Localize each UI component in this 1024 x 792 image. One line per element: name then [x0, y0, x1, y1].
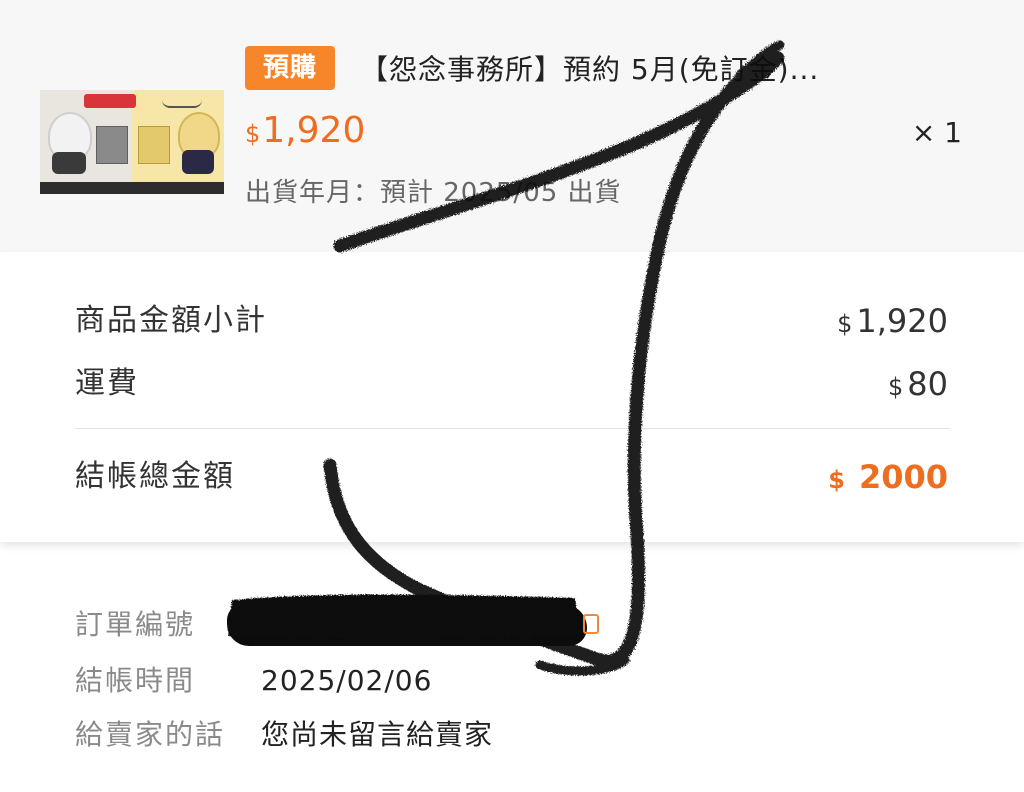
ship-date: 出貨年月：預計 2025/05 出貨: [245, 178, 622, 208]
price-currency: $: [245, 120, 261, 148]
shipping-row: 運費 $80: [75, 361, 950, 407]
total-amount: 2000: [858, 458, 948, 496]
checkout-time-row: 結帳時間 2025/02/06: [75, 658, 975, 704]
order-number-redaction: [227, 604, 587, 646]
order-detail-page: 預購 【怨念事務所】預約 5月(免訂金)... $1,920 × 1 出貨年月：…: [0, 0, 1024, 792]
order-info: 訂單編號 結帳時間 2025/02/06 給賣家的話 您尚未留言給賣家: [0, 555, 1024, 792]
price-amount: 1,920: [262, 110, 366, 151]
subtotal-row: 商品金額小計 $1,920: [75, 298, 950, 344]
seller-message-row: 給賣家的話 您尚未留言給賣家: [75, 712, 975, 758]
total-row: 結帳總金額 $2000: [75, 454, 950, 500]
seller-message-value: 您尚未留言給賣家: [261, 718, 494, 751]
total-currency: $: [828, 466, 845, 494]
total-label: 結帳總金額: [75, 459, 235, 494]
copy-icon[interactable]: [583, 614, 599, 634]
shipping-value: $80: [888, 361, 948, 410]
product-price: $1,920: [245, 108, 365, 154]
bonus-card-silver: [96, 126, 128, 164]
seller-message-label: 給賣家的話: [75, 718, 226, 751]
preorder-badge: 預購: [245, 46, 335, 90]
thumbnail-caption-banner: [40, 182, 224, 194]
shipping-label: 運費: [75, 366, 139, 401]
checkout-time-label: 結帳時間: [75, 664, 196, 697]
order-number-label: 訂單編號: [75, 608, 196, 641]
shipping-currency: $: [888, 373, 904, 401]
figure-body-left: [52, 152, 86, 174]
product-thumbnail[interactable]: [40, 90, 224, 194]
checkout-time-value: 2025/02/06: [261, 664, 433, 697]
subtotal-value: $1,920: [837, 298, 948, 347]
product-card[interactable]: 預購 【怨念事務所】預約 5月(免訂金)... $1,920 × 1 出貨年月：…: [0, 0, 1024, 252]
payment-summary: 商品金額小計 $1,920 運費 $80 結帳總金額 $2000: [0, 252, 1024, 542]
figure-body-right: [182, 150, 214, 174]
subtotal-currency: $: [837, 310, 853, 338]
summary-divider: [75, 428, 950, 429]
series-logo: [84, 94, 136, 108]
product-title[interactable]: 【怨念事務所】預約 5月(免訂金)...: [360, 48, 920, 92]
subtotal-label: 商品金額小計: [75, 303, 267, 338]
order-number-row: 訂單編號: [75, 602, 975, 648]
shipping-amount: 80: [907, 365, 948, 403]
script-logo: [162, 96, 202, 108]
product-quantity: × 1: [911, 116, 962, 149]
bonus-card-gold: [138, 126, 170, 164]
subtotal-amount: 1,920: [856, 302, 948, 340]
total-value: $2000: [828, 454, 948, 503]
